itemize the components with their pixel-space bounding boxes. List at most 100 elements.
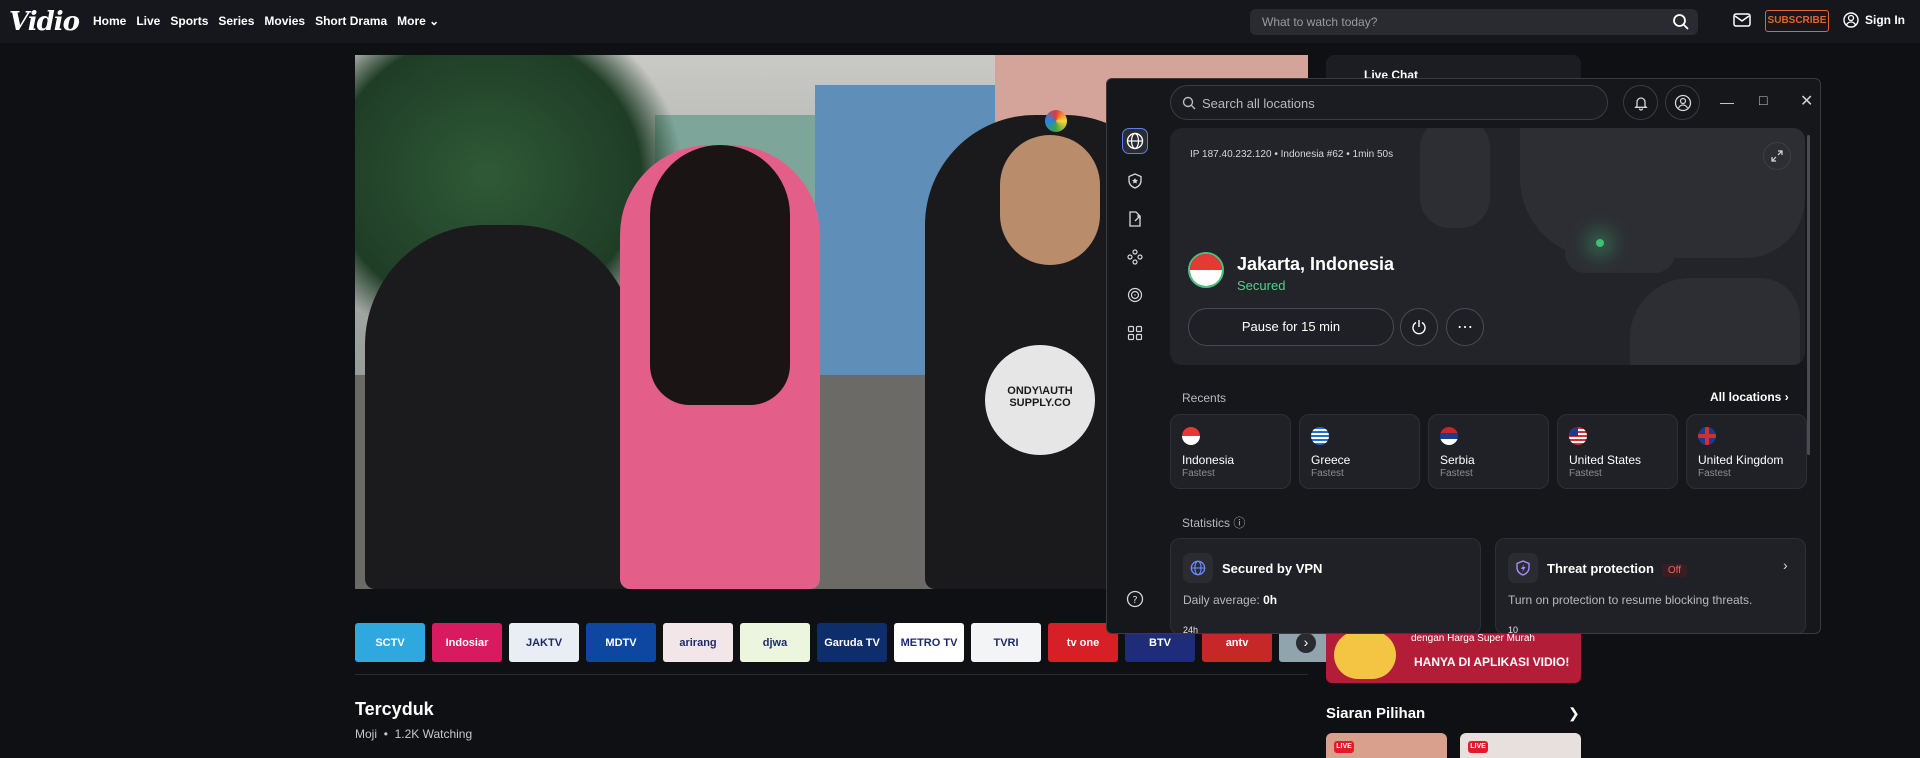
- more-options-icon[interactable]: ⋯: [1446, 308, 1484, 346]
- recent-location-sub: Fastest: [1569, 468, 1602, 479]
- promo-banner[interactable]: dengan Harga Super Murah HANYA DI APLIKA…: [1326, 627, 1581, 683]
- nav-more[interactable]: More ⌄: [397, 14, 439, 28]
- promo-line-1: dengan Harga Super Murah: [1411, 633, 1535, 644]
- recent-location-card[interactable]: Greece Fastest: [1299, 414, 1420, 489]
- nav-series[interactable]: Series: [218, 14, 254, 28]
- recent-location-name: United States: [1569, 453, 1642, 467]
- nav-more-label: More: [397, 14, 426, 28]
- search-input[interactable]: What to watch today?: [1250, 9, 1698, 35]
- vidio-logo[interactable]: Vidio: [9, 7, 80, 37]
- close-icon[interactable]: ✕: [1800, 91, 1813, 111]
- expand-icon[interactable]: [1763, 142, 1791, 170]
- recent-location-card[interactable]: Indonesia Fastest: [1170, 414, 1291, 489]
- video-person-hair: [650, 145, 790, 405]
- promo-art: [1334, 631, 1396, 679]
- recent-location-name: United Kingdom: [1698, 453, 1784, 467]
- siaran-thumbnail[interactable]: LIVE: [1460, 733, 1581, 758]
- mesh-network-icon[interactable]: [1122, 244, 1148, 270]
- chevron-right-icon[interactable]: ›: [1783, 557, 1788, 573]
- channel-logo-tile[interactable]: MDTV: [586, 623, 656, 662]
- chevron-right-icon: ›: [1784, 390, 1789, 404]
- nav-short-drama[interactable]: Short Drama: [315, 14, 387, 28]
- scrollbar[interactable]: [1807, 135, 1810, 455]
- threat-description: Turn on protection to resume blocking th…: [1508, 593, 1753, 607]
- all-locations-label: All locations: [1710, 390, 1782, 404]
- bell-icon[interactable]: [1623, 85, 1658, 120]
- recent-location-card[interactable]: United States Fastest: [1557, 414, 1678, 489]
- location-search-placeholder: Search all locations: [1202, 96, 1315, 111]
- chevron-down-icon: ⌄: [429, 14, 440, 28]
- map-landmass: [1630, 278, 1800, 365]
- recent-location-name: Serbia: [1440, 453, 1475, 467]
- help-icon[interactable]: ?: [1122, 586, 1148, 612]
- united-states-flag-icon: [1569, 427, 1587, 445]
- channel-logo-tile[interactable]: TVRI: [971, 623, 1041, 662]
- recent-location-name: Indonesia: [1182, 453, 1235, 467]
- meta-separator: •: [380, 727, 395, 741]
- maximize-icon[interactable]: □: [1759, 92, 1767, 108]
- daily-average: Daily average: 0h: [1183, 593, 1277, 607]
- minimize-icon[interactable]: —: [1720, 94, 1734, 110]
- account-icon[interactable]: [1665, 85, 1700, 120]
- shirt-print: ONDY\AUTH SUPPLY.CO: [985, 345, 1095, 455]
- shield-icon[interactable]: [1122, 168, 1148, 194]
- apps-grid-icon[interactable]: [1122, 320, 1148, 346]
- card-title: Threat protection Off: [1547, 561, 1688, 577]
- siaran-pilihan-title: Siaran Pilihan: [1326, 705, 1426, 722]
- power-icon[interactable]: [1400, 308, 1438, 346]
- shield-bolt-icon: [1508, 553, 1538, 583]
- serbia-flag-icon: [1440, 427, 1458, 445]
- nav-movies[interactable]: Movies: [264, 14, 305, 28]
- nav-live[interactable]: Live: [136, 14, 160, 28]
- card-title: Secured by VPN: [1222, 561, 1323, 576]
- svg-text:?: ?: [1132, 595, 1137, 606]
- channel-logo-tile[interactable]: Indosiar: [432, 623, 502, 662]
- video-person-face: [1000, 135, 1100, 265]
- globe-icon[interactable]: [1122, 128, 1148, 154]
- greece-flag-icon: [1311, 427, 1329, 445]
- connection-info: IP 187.40.232.120 • Indonesia #62 • 1min…: [1190, 149, 1394, 160]
- watching-count: 1.2K Watching: [394, 727, 473, 741]
- threat-protection-card[interactable]: Threat protection Off Turn on protection …: [1495, 538, 1806, 633]
- chevron-right-icon[interactable]: ❯: [1568, 705, 1580, 722]
- subscribe-button[interactable]: SUBSCRIBE: [1765, 10, 1829, 32]
- live-badge: LIVE: [1334, 741, 1354, 753]
- mail-icon[interactable]: [1733, 12, 1751, 28]
- connection-status: Secured: [1237, 278, 1286, 293]
- map-landmass: [1420, 128, 1490, 228]
- connected-location: Jakarta, Indonesia: [1237, 254, 1395, 274]
- vpn-window: ? Search all locations — □ ✕ IP 187.40.2…: [1106, 78, 1821, 634]
- nav-home[interactable]: Home: [93, 14, 126, 28]
- pause-button[interactable]: Pause for 15 min: [1188, 308, 1394, 346]
- video-person-center: [620, 145, 820, 589]
- promo-line-2: HANYA DI APLIKASI VIDIO!: [1414, 655, 1570, 669]
- all-locations-link[interactable]: All locations ›: [1710, 390, 1789, 404]
- channel-logo-tile[interactable]: djwa: [740, 623, 810, 662]
- channel-logo-tile[interactable]: SCTV: [355, 623, 425, 662]
- channel-logo-tile[interactable]: arirang: [663, 623, 733, 662]
- siaran-thumbnail[interactable]: LIVE: [1326, 733, 1447, 758]
- target-icon[interactable]: [1122, 282, 1148, 308]
- search-icon[interactable]: [1672, 13, 1690, 31]
- sign-in-button[interactable]: Sign In: [1843, 12, 1905, 28]
- map-landmass: [1565, 233, 1675, 273]
- channel-logo-tile[interactable]: JAKTV: [509, 623, 579, 662]
- indonesia-flag-icon: [1182, 427, 1200, 445]
- channel-logo-tile[interactable]: Garuda TV: [817, 623, 887, 662]
- united-kingdom-flag-icon: [1698, 427, 1716, 445]
- video-meta: Moji • 1.2K Watching: [355, 727, 472, 741]
- file-export-icon[interactable]: [1122, 206, 1148, 232]
- channel-logo-tile[interactable]: METRO TV: [894, 623, 964, 662]
- world-map[interactable]: IP 187.40.232.120 • Indonesia #62 • 1min…: [1170, 128, 1805, 365]
- video-channel[interactable]: Moji: [355, 727, 377, 741]
- channel-next-button[interactable]: ›: [1296, 633, 1316, 653]
- daily-average-label: Daily average:: [1183, 593, 1260, 607]
- recent-location-card[interactable]: United Kingdom Fastest: [1686, 414, 1807, 489]
- indonesia-flag-icon: [1188, 252, 1224, 288]
- search-placeholder: What to watch today?: [1262, 15, 1378, 29]
- nav-sports[interactable]: Sports: [170, 14, 208, 28]
- secured-by-vpn-card[interactable]: Secured by VPN Daily average: 0h 24h: [1170, 538, 1481, 633]
- info-icon[interactable]: ⓘ: [1233, 516, 1245, 530]
- location-search-input[interactable]: Search all locations: [1170, 85, 1608, 120]
- recent-location-card[interactable]: Serbia Fastest: [1428, 414, 1549, 489]
